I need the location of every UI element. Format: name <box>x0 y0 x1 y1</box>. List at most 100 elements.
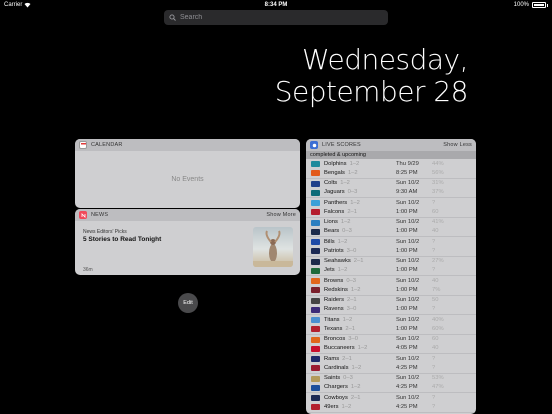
news-widget[interactable]: NEWS Show More News Editors' Picks 5 Sto… <box>75 209 300 275</box>
game-row[interactable]: Titans 1–2 Sun 10/2 40% Texans 2–1 1:00 PM 60% <box>306 315 476 335</box>
news-source: News Editors' Picks <box>83 229 127 235</box>
game-time: 4:25 PM <box>396 364 418 371</box>
win-probability: ? <box>432 394 436 401</box>
search-field[interactable] <box>164 10 388 25</box>
search-icon <box>169 14 176 21</box>
team-row-away: Saints 0–3 Sun 10/2 53% <box>306 374 476 383</box>
weekday-label: Wednesday, <box>301 43 469 76</box>
team-logo-icon <box>311 375 320 382</box>
win-probability: 47% <box>432 384 444 390</box>
team-row-away: Rams 2–1 Sun 10/2? <box>306 355 476 364</box>
calendar-empty-state: No Events <box>171 176 204 183</box>
team-row-home: Falcons 2–1 1:00 PM 60 <box>306 208 476 217</box>
win-probability: 56% <box>432 169 444 176</box>
show-less-button[interactable]: Show Less <box>443 142 472 148</box>
team-name-text: Jets <box>324 267 335 273</box>
game-row[interactable]: Bills 1–2 Sun 10/2? Patriots 3–0 1:00 PM? <box>306 237 476 257</box>
team-record: 3–0 <box>348 336 358 342</box>
game-date: Sun 10/2 <box>396 219 420 225</box>
game-row[interactable]: Colts 1–2 Sun 10/2 31% Jaguars 0–3 9:30 AM 37% <box>306 179 476 198</box>
team-name-text: Ravens <box>324 306 344 312</box>
calendar-widget-header[interactable]: CALENDAR <box>75 139 300 151</box>
calendar-widget[interactable]: CALENDAR No Events <box>75 139 300 208</box>
game-time: 9:30 AM <box>396 189 418 195</box>
team-logo-icon <box>311 345 320 352</box>
team-name: Jets 1–2 <box>324 266 347 275</box>
news-thumbnail[interactable] <box>253 227 293 267</box>
team-row-away: Cowboys 2–1 Sun 10/2? <box>306 394 476 403</box>
game-row[interactable]: Saints 0–3 Sun 10/2 53% Chargers 1–2 4:25 PM 47… <box>306 374 476 393</box>
team-logo-icon <box>311 356 320 362</box>
edit-button[interactable]: Edit <box>178 293 198 313</box>
game-row[interactable]: Cowboys 2–1 Sun 10/2? 49ers 1–2 4:25 PM? <box>306 393 476 413</box>
game-date: Thu 9/29 <box>396 160 419 167</box>
game-time: 4:25 PM <box>396 384 418 390</box>
win-probability: 27% <box>432 258 444 264</box>
team-record: 1–2 <box>340 219 351 225</box>
team-logo-icon <box>311 248 320 254</box>
battery-cap <box>547 3 548 7</box>
team-record: 1–2 <box>351 364 362 371</box>
win-probability: 60 <box>432 336 439 342</box>
game-time: 1:00 PM <box>396 306 418 312</box>
team-row-away: Broncos 3–0 Sun 10/2 60 <box>306 335 476 344</box>
team-name: Saints 0–3 <box>324 374 353 383</box>
team-name-text: Bears <box>324 228 340 234</box>
team-name: Texans 2–1 <box>324 325 355 334</box>
team-row-home: Jets 1–2 1:00 PM? <box>306 266 476 275</box>
game-date: Sun 10/2 <box>396 277 420 284</box>
team-record: 0–3 <box>347 189 358 195</box>
game-row[interactable]: Rams 2–1 Sun 10/2? Cardinals 1–2 4:25 PM? <box>306 354 476 374</box>
game-date: Sun 10/2 <box>396 258 420 264</box>
team-name-text: Panthers <box>324 199 348 206</box>
win-probability: 7% <box>432 286 441 293</box>
game-row[interactable]: Browns 0–3 Sun 10/2 40 Redskins 1–2 1:00 PM 7% <box>306 276 476 296</box>
team-row-away: Bills 1–2 Sun 10/2? <box>306 238 476 247</box>
game-row[interactable]: Broncos 3–0 Sun 10/2 60 Buccaneers 1–2 4:05 PM… <box>306 335 476 354</box>
day-label: September 28 <box>274 75 469 108</box>
team-name-text: Broncos <box>324 336 346 342</box>
team-name: Cardinals 1–2 <box>324 364 361 373</box>
team-name: Jaguars 0–3 <box>324 188 357 197</box>
team-logo-icon <box>311 228 320 235</box>
news-show-more-button[interactable]: Show More <box>266 212 296 218</box>
game-row[interactable]: Dolphins 1–2 Thu 9/29 44% Bengals 1–2 8:25 PM 5… <box>306 159 476 179</box>
team-record: 1–2 <box>350 286 361 293</box>
win-probability: 40 <box>432 277 439 284</box>
team-name-text: Falcons <box>324 208 345 215</box>
team-logo-icon <box>311 258 320 265</box>
team-row-home: Texans 2–1 1:00 PM 60% <box>306 325 476 334</box>
team-row-away: Lions 1–2 Sun 10/2 41% <box>306 218 476 227</box>
team-logo-icon <box>311 384 320 391</box>
team-record: 1–2 <box>340 180 350 186</box>
team-record: 1–2 <box>349 160 360 167</box>
search-input[interactable] <box>180 14 370 21</box>
team-name-text: Colts <box>324 180 338 186</box>
game-date: Sun 10/2 <box>396 394 420 401</box>
game-row[interactable]: Raiders 2–1 Sun 10/2 50 Ravens 3–0 1:00 PM? <box>306 296 476 315</box>
team-row-home: 49ers 1–2 4:25 PM? <box>306 403 476 412</box>
news-story[interactable]: News Editors' Picks 5 Stories to Read To… <box>75 221 300 275</box>
team-name-text: Titans <box>324 316 340 323</box>
team-name: Falcons 2–1 <box>324 208 357 217</box>
team-record: 3–0 <box>346 306 357 312</box>
news-headline[interactable]: 5 Stories to Read Tonight <box>83 236 161 243</box>
game-row[interactable]: Lions 1–2 Sun 10/2 41% Bears 0–3 1:00 PM 40 <box>306 218 476 237</box>
team-record: 1–2 <box>350 199 360 206</box>
team-name-text: 49ers <box>324 403 339 410</box>
team-logo-icon <box>311 278 320 284</box>
news-icon <box>79 211 87 219</box>
team-record: 2–1 <box>342 355 352 362</box>
team-logo-icon <box>311 161 320 167</box>
team-name: Dolphins 1–2 <box>324 160 359 169</box>
game-row[interactable]: Seahawks 2–1 Sun 10/2 27% Jets 1–2 1:00 PM? <box>306 257 476 276</box>
team-name-text: Browns <box>324 277 344 284</box>
game-time: 4:05 PM <box>396 345 418 351</box>
game-time: 1:00 PM <box>396 325 418 332</box>
live-scores-widget[interactable]: LIVE SCORES Show Less completed & upcomi… <box>306 139 476 414</box>
team-row-away: Browns 0–3 Sun 10/2 40 <box>306 277 476 286</box>
team-logo-icon <box>311 326 320 332</box>
team-record: 0–3 <box>343 375 353 381</box>
team-logo-icon <box>311 239 320 245</box>
game-row[interactable]: Panthers 1–2 Sun 10/2? Falcons 2–1 1:00 PM 60 <box>306 198 476 218</box>
